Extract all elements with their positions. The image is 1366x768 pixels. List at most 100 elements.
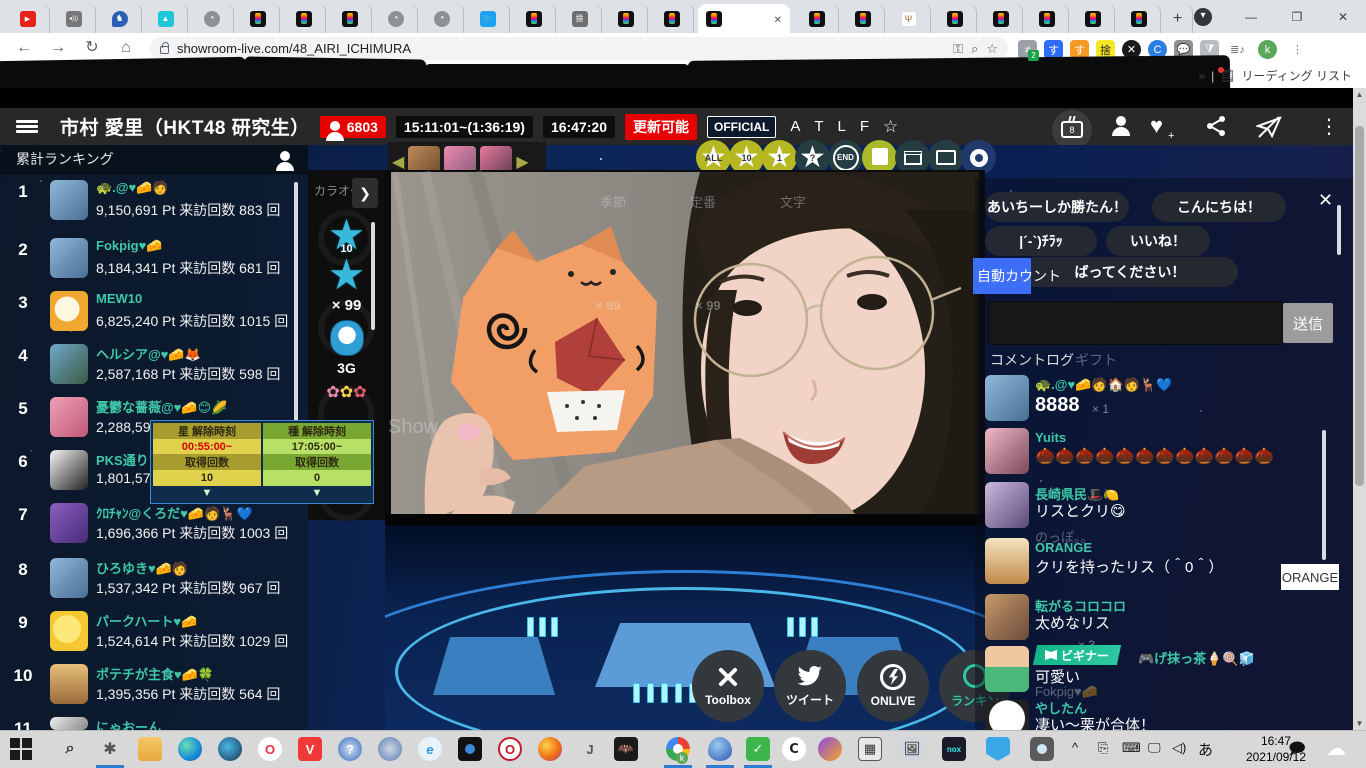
tab-web[interactable] — [420, 4, 464, 33]
tray-chevron-icon[interactable]: ^ — [1072, 740, 1078, 755]
video-player[interactable]: 季節 定番 文字 × 99 × 99 × 99 — [385, 170, 985, 525]
tweet-button[interactable]: ツイート — [774, 650, 846, 722]
ranking-row[interactable]: 10 ポテチが主食♥🧀🍀 1,395,356 Pt 来訪回数 564 回 — [0, 664, 300, 710]
share-icon[interactable] — [1204, 114, 1230, 140]
close-panel-icon[interactable]: ✕ — [1318, 190, 1333, 211]
opera-beta-icon[interactable]: O — [498, 737, 522, 761]
reload-icon[interactable]: ↻ — [80, 36, 104, 60]
close-window-button[interactable]: ✕ — [1320, 0, 1366, 33]
netscape-globe-icon[interactable] — [378, 737, 402, 761]
internet-explorer-icon[interactable]: e — [418, 737, 442, 761]
tab-showroom[interactable] — [795, 4, 839, 33]
tab-box[interactable] — [558, 4, 602, 33]
back-icon[interactable]: ← — [12, 36, 36, 60]
option-a[interactable]: A — [790, 118, 800, 135]
comment-name[interactable]: ORANGE — [1035, 540, 1092, 555]
avatar[interactable] — [50, 450, 88, 490]
gift-bouquet-icon[interactable]: ✿✿✿ — [308, 382, 385, 402]
tab-antlers[interactable] — [887, 4, 931, 33]
tab-web[interactable] — [190, 4, 234, 33]
avatar[interactable] — [50, 503, 88, 543]
scroll-down-icon[interactable]: ▼ — [1353, 719, 1366, 728]
carousel-left-icon[interactable]: ◀ — [392, 152, 404, 172]
start-button[interactable] — [10, 738, 32, 760]
tab-showroom[interactable] — [1071, 4, 1115, 33]
user-name[interactable]: ヘルシア@♥🧀🦊 — [96, 344, 201, 363]
firefox-icon[interactable] — [538, 737, 562, 761]
tray-ime-tool-icon[interactable]: ⌨ — [1122, 740, 1141, 756]
quick-comment-scrollbar[interactable] — [1337, 205, 1341, 255]
theater-mode-button[interactable]: 8 — [1052, 110, 1092, 150]
edge-icon[interactable] — [178, 737, 202, 761]
quick-comment-chip[interactable]: |´-`)ﾁﾗｯ — [985, 226, 1097, 256]
tab-active-showroom[interactable] — [698, 4, 790, 33]
ranking-row[interactable]: 8 ひろゆき♥🧀🧑 1,537,342 Pt 来訪回数 967 回 — [0, 558, 300, 604]
notification-center-icon[interactable]: 🗩 — [1288, 738, 1306, 765]
forward-icon[interactable]: → — [46, 36, 70, 60]
scrollbar-thumb[interactable] — [1355, 126, 1364, 486]
scroll-up-icon[interactable]: ▲ — [1353, 90, 1366, 99]
ranking-row[interactable]: 2 Fokpig♥🧀 8,184,341 Pt 来訪回数 681 回 — [0, 238, 300, 284]
tab-twitter[interactable] — [466, 4, 510, 33]
home-icon[interactable]: ⌂ — [114, 36, 138, 60]
settings-gear-icon[interactable]: ✱ — [98, 737, 122, 761]
tab-showroom[interactable] — [979, 4, 1023, 33]
checkmark-app-icon[interactable]: ✓ — [746, 737, 770, 761]
tray-volume-icon[interactable]: ◁) — [1172, 740, 1186, 756]
ranking-row[interactable]: 3 MEW10 6,825,240 Pt 来訪回数 1015 回 — [0, 291, 300, 337]
profile-avatar[interactable]: k — [1258, 40, 1277, 59]
favorite-star-icon[interactable]: ☆ — [883, 117, 898, 137]
user-name[interactable]: Fokpig♥🧀 — [96, 238, 163, 254]
page-scrollbar[interactable]: ▲ ▼ — [1353, 88, 1366, 730]
avatar[interactable] — [985, 646, 1029, 692]
tab-shield[interactable] — [98, 4, 142, 33]
camera-app-icon[interactable] — [1030, 737, 1054, 761]
tab-showroom[interactable] — [841, 4, 885, 33]
tab-youtube[interactable] — [6, 4, 50, 33]
quick-comment-chip[interactable]: あいちーしか勝たん！ — [985, 192, 1129, 222]
send-button[interactable]: 送信 — [1283, 303, 1333, 343]
avatar[interactable] — [50, 344, 88, 384]
close-tab-icon[interactable] — [774, 10, 782, 28]
tab-showroom[interactable] — [512, 4, 556, 33]
ime-mode-indicator[interactable]: あ — [1198, 739, 1213, 760]
sleipnir-icon[interactable] — [218, 737, 242, 761]
user-name[interactable]: MEW10 — [96, 291, 142, 306]
restore-button[interactable]: ❐ — [1274, 0, 1320, 33]
comment-scrollbar[interactable] — [1322, 430, 1326, 560]
new-tab-button[interactable] — [1163, 4, 1193, 33]
url-text[interactable]: showroom-live.com/48_AIRI_ICHIMURA — [177, 41, 945, 56]
tab-analytics[interactable] — [144, 4, 188, 33]
carousel-right-icon[interactable]: ▶ — [516, 152, 528, 172]
tab-showroom[interactable] — [328, 4, 372, 33]
reading-list[interactable]: » | 🗒 リーディング リスト — [1198, 66, 1352, 84]
tab-showroom[interactable] — [282, 4, 326, 33]
ranking-row[interactable]: 4 ヘルシア@♥🧀🦊 2,587,168 Pt 来訪回数 598 回 — [0, 344, 300, 390]
quick-comment-chip[interactable]: いいね！ — [1106, 226, 1210, 256]
comment-name[interactable]: 🐢.@♥🧀🧑🏠🧑🦌💙 — [1035, 377, 1172, 393]
key-icon[interactable]: ⚿ — [953, 41, 963, 57]
dark-app-icon[interactable] — [458, 737, 482, 761]
auto-count-button[interactable]: 自動カウント — [973, 258, 1061, 294]
j-app-icon[interactable]: J — [578, 737, 602, 761]
playlist-icon[interactable]: ≣♪ — [1228, 40, 1247, 59]
opera-icon[interactable]: O — [258, 737, 282, 761]
tab-showroom[interactable] — [1117, 4, 1161, 33]
tray-network-icon[interactable]: 🖵 — [1148, 740, 1161, 756]
expand-rail-icon[interactable]: ❯ — [352, 178, 378, 208]
tab-showroom[interactable] — [933, 4, 977, 33]
avatar[interactable] — [50, 717, 88, 730]
avatar[interactable] — [985, 428, 1029, 474]
toolbox-button[interactable]: Toolbox — [692, 650, 764, 722]
telegram-muted-icon[interactable] — [1254, 114, 1282, 140]
comment-name[interactable]: 🎮げ抹っ茶🍦🍭🧊 — [1138, 648, 1255, 667]
search-icon[interactable]: ⌕ — [58, 737, 82, 761]
avatar[interactable] — [985, 482, 1029, 528]
tray-clipboard-icon[interactable]: ⎘ — [1098, 740, 1108, 756]
minimize-button[interactable]: — — [1228, 0, 1274, 33]
ranking-row[interactable]: 1 🐢.@♥🧀🧑 9,150,691 Pt 来訪回数 883 回 — [0, 180, 300, 226]
nox-app-icon[interactable]: nox — [942, 737, 966, 761]
tab-showroom[interactable] — [650, 4, 694, 33]
privacy-shield-icon[interactable] — [818, 737, 842, 761]
ranking-row[interactable]: 7 ｸﾛﾁｬﾝ@くろだ♥🧀🧑🦌💙 1,696,366 Pt 来訪回数 1003 … — [0, 503, 300, 549]
